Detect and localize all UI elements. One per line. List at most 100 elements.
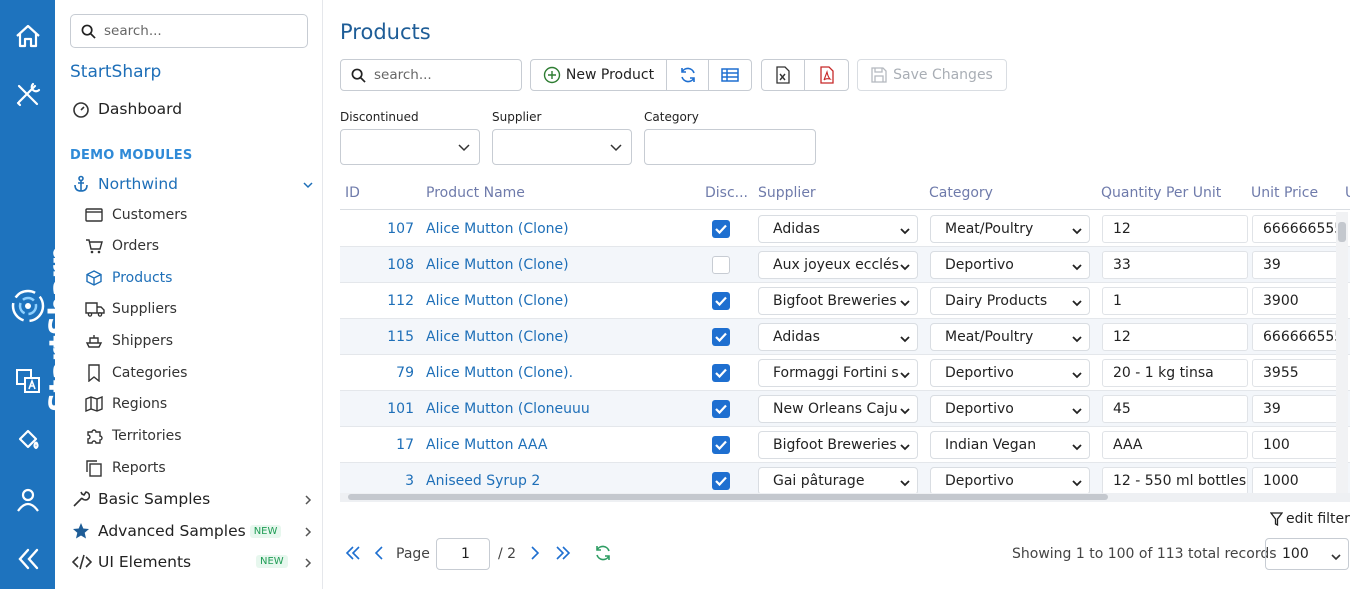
cell-product-name-link[interactable]: Aniseed Syrup 2 (426, 473, 540, 489)
column-header-product-name[interactable]: Product Name (426, 185, 525, 201)
category-select[interactable]: Dairy Products (930, 287, 1090, 315)
sidebar-item-northwind[interactable]: Northwind (72, 175, 313, 193)
sidebar-item-regions[interactable]: Regions (85, 396, 167, 412)
quantity-input[interactable]: 20 - 1 kg tinsa (1102, 359, 1248, 387)
sidebar-item-ui-elements[interactable]: UI Elements NEW (72, 553, 312, 571)
cell-product-name-link[interactable]: Alice Mutton (Clone) (426, 221, 569, 237)
quantity-input[interactable]: 12 - 550 ml bottles! (1102, 467, 1248, 495)
column-header-quantity[interactable]: Quantity Per Unit (1101, 185, 1221, 201)
next-page-icon[interactable] (528, 544, 542, 562)
unit-price-input[interactable]: 3900 (1252, 287, 1346, 315)
quantity-input[interactable]: AAA (1102, 431, 1248, 459)
sidebar-item-orders[interactable]: Orders (85, 238, 159, 254)
sidebar-item-dashboard[interactable]: Dashboard (72, 100, 182, 118)
scrollbar-thumb[interactable] (1338, 222, 1346, 242)
column-header-units[interactable]: U (1345, 185, 1350, 201)
unit-price-input[interactable]: 39 (1252, 251, 1346, 279)
column-header-category[interactable]: Category (929, 185, 993, 201)
category-select[interactable]: Meat/Poultry (930, 323, 1090, 351)
table-row[interactable]: 17 Alice Mutton AAA Bigfoot Breweries India… (340, 427, 1350, 463)
discontinued-checkbox[interactable] (712, 364, 730, 382)
discontinued-checkbox[interactable] (712, 328, 730, 346)
sidebar-item-reports[interactable]: Reports (85, 459, 166, 477)
quantity-input[interactable]: 33 (1102, 251, 1248, 279)
supplier-select[interactable]: Bigfoot Breweries (758, 287, 918, 315)
supplier-select[interactable]: Gai pâturage (758, 467, 918, 495)
category-select[interactable]: Meat/Poultry (930, 215, 1090, 243)
supplier-select[interactable]: Adidas (758, 215, 918, 243)
translate-icon[interactable] (0, 361, 55, 401)
collapse-icon[interactable] (0, 539, 55, 579)
refresh-button[interactable] (667, 60, 709, 90)
quantity-input[interactable]: 12 (1102, 215, 1248, 243)
quantity-input[interactable]: 12 (1102, 323, 1248, 351)
unit-price-input[interactable]: 666666555 (1252, 323, 1346, 351)
user-icon[interactable] (0, 480, 55, 520)
sidebar-item-categories[interactable]: Categories (85, 364, 187, 382)
discontinued-checkbox[interactable] (712, 400, 730, 418)
grid-search[interactable] (340, 59, 522, 91)
page-size-select[interactable]: 100 (1265, 538, 1349, 570)
sidebar-item-advanced-samples[interactable]: Advanced Samples NEW (72, 522, 312, 540)
column-header-supplier[interactable]: Supplier (758, 185, 816, 201)
cell-product-name-link[interactable]: Alice Mutton (Clone) (426, 257, 569, 273)
supplier-select[interactable]: Aux joyeux ecclés (758, 251, 918, 279)
sidebar-item-basic-samples[interactable]: Basic Samples (72, 490, 312, 508)
sidebar-item-customers[interactable]: Customers (85, 207, 187, 223)
table-row[interactable]: 115 Alice Mutton (Clone) Adidas Meat/Poultr… (340, 319, 1350, 355)
prev-page-icon[interactable] (372, 544, 386, 562)
edit-filter-link[interactable]: edit filter (1270, 511, 1350, 527)
cell-product-name-link[interactable]: Alice Mutton (Cloneuuu (426, 401, 590, 417)
sidebar-item-products[interactable]: Products (85, 270, 172, 286)
cell-product-name-link[interactable]: Alice Mutton (Clone) (426, 329, 569, 345)
discontinued-checkbox[interactable] (712, 436, 730, 454)
sidebar-search-input[interactable] (104, 23, 294, 39)
unit-price-input[interactable]: 39 (1252, 395, 1346, 423)
home-icon[interactable] (0, 16, 55, 56)
sidebar-item-shippers[interactable]: Shippers (85, 333, 173, 349)
column-header-id[interactable]: ID (345, 185, 360, 201)
save-changes-button[interactable]: Save Changes (857, 59, 1007, 91)
quantity-input[interactable]: 45 (1102, 395, 1248, 423)
supplier-select[interactable]: Formaggi Fortini s (758, 359, 918, 387)
last-page-icon[interactable] (554, 544, 572, 562)
unit-price-input[interactable]: 3955 (1252, 359, 1346, 387)
reload-icon[interactable] (594, 544, 612, 562)
column-header-unit-price[interactable]: Unit Price (1251, 185, 1318, 201)
category-select[interactable]: Deportivo (930, 359, 1090, 387)
sidebar-item-suppliers[interactable]: Suppliers (85, 301, 177, 317)
sidebar-search[interactable] (70, 14, 308, 48)
new-product-button[interactable]: New Product (531, 60, 667, 90)
column-picker-button[interactable] (709, 60, 751, 90)
unit-price-input[interactable]: 1000 (1252, 467, 1346, 495)
grid-vertical-scrollbar[interactable] (1336, 212, 1348, 494)
paint-bucket-icon[interactable] (0, 420, 55, 460)
discontinued-checkbox[interactable] (712, 256, 730, 274)
scrollbar-thumb[interactable] (348, 494, 1108, 500)
cell-product-name-link[interactable]: Alice Mutton (Clone) (426, 293, 569, 309)
category-select[interactable]: Indian Vegan (930, 431, 1090, 459)
category-select[interactable]: Deportivo (930, 395, 1090, 423)
supplier-select[interactable]: New Orleans Caju (758, 395, 918, 423)
export-excel-button[interactable] (762, 60, 805, 90)
table-row[interactable]: 108 Alice Mutton (Clone) Aux joyeux ecclés… (340, 247, 1350, 283)
grid-horizontal-scrollbar[interactable] (340, 493, 1350, 502)
table-row[interactable]: 107 Alice Mutton (Clone) Adidas Meat/Poultr… (340, 211, 1350, 247)
column-header-discontinued[interactable]: Disc... (705, 185, 750, 201)
quantity-input[interactable]: 1 (1102, 287, 1248, 315)
cell-product-name-link[interactable]: Alice Mutton AAA (426, 437, 547, 453)
discontinued-checkbox[interactable] (712, 292, 730, 310)
category-filter-input[interactable] (644, 129, 816, 165)
supplier-select[interactable]: Bigfoot Breweries (758, 431, 918, 459)
unit-price-input[interactable]: 666666555 (1252, 215, 1346, 243)
table-row[interactable]: 112 Alice Mutton (Clone) Bigfoot Breweries… (340, 283, 1350, 319)
discontinued-checkbox[interactable] (712, 220, 730, 238)
grid-search-input[interactable] (374, 67, 514, 83)
supplier-select[interactable]: Adidas (758, 323, 918, 351)
discontinued-checkbox[interactable] (712, 472, 730, 490)
category-select[interactable]: Deportivo (930, 251, 1090, 279)
category-select[interactable]: Deportivo (930, 467, 1090, 495)
table-row[interactable]: 101 Alice Mutton (Cloneuuu New Orleans Caj… (340, 391, 1350, 427)
page-number-input[interactable]: 1 (436, 538, 490, 570)
tools-icon[interactable] (0, 75, 55, 115)
